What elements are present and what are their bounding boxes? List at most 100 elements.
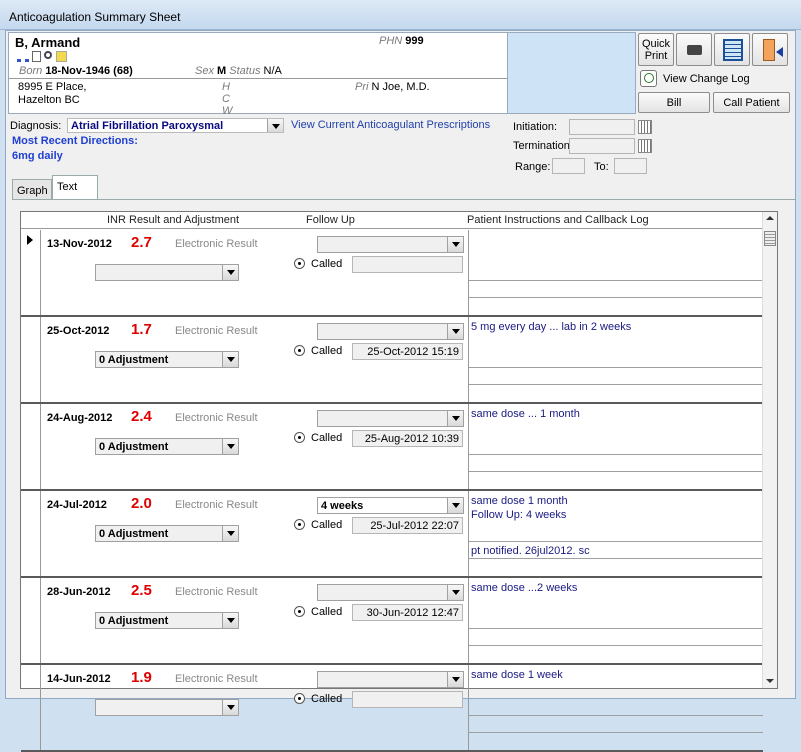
- called-datetime[interactable]: 25-Oct-2012 15:19: [352, 343, 463, 360]
- list-icon: [723, 39, 743, 61]
- row-selector[interactable]: [21, 230, 41, 315]
- called-radio[interactable]: [294, 345, 305, 356]
- patient-name: B, Armand: [15, 35, 81, 50]
- bill-button[interactable]: Bill: [638, 92, 710, 113]
- chevron-down-icon: [222, 526, 238, 541]
- row-selector[interactable]: [21, 404, 41, 489]
- called-datetime[interactable]: [352, 256, 463, 273]
- adjustment-select[interactable]: 0 Adjustment: [95, 612, 239, 629]
- instruction-followup: Follow Up: 4 weeks: [471, 509, 567, 521]
- tab-graph[interactable]: Graph: [12, 179, 52, 199]
- inr-value: 2.4: [131, 408, 152, 425]
- called-radio[interactable]: [294, 693, 305, 704]
- result-date: 24-Jul-2012: [47, 499, 107, 511]
- called-datetime[interactable]: 25-Aug-2012 10:39: [352, 430, 463, 447]
- range-to-label: To:: [594, 161, 609, 173]
- primary-physician: N Joe, M.D.: [371, 81, 430, 93]
- scroll-up-icon[interactable]: [766, 216, 774, 220]
- chevron-down-icon: [222, 613, 238, 628]
- search-icon[interactable]: [44, 51, 52, 59]
- called-label: Called: [311, 693, 343, 705]
- call-patient-button[interactable]: Call Patient: [713, 92, 790, 113]
- print-button[interactable]: [676, 33, 712, 66]
- tab-text[interactable]: Text: [52, 175, 98, 200]
- range-from-field[interactable]: [552, 158, 585, 174]
- exit-button[interactable]: [752, 33, 788, 66]
- row-selector[interactable]: [21, 317, 41, 402]
- called-radio[interactable]: [294, 258, 305, 269]
- follow-up-select[interactable]: 4 weeks: [317, 497, 464, 514]
- chevron-down-icon: [222, 439, 238, 454]
- range-to-field[interactable]: [614, 158, 647, 174]
- born-label: Born: [19, 65, 43, 77]
- note-icon[interactable]: [56, 51, 67, 62]
- phone-home-label: H: [222, 81, 230, 93]
- called-radio[interactable]: [294, 606, 305, 617]
- adjustment-select[interactable]: 0 Adjustment: [95, 438, 239, 455]
- vertical-scrollbar[interactable]: [762, 212, 777, 688]
- called-radio[interactable]: [294, 519, 305, 530]
- adjustment-select[interactable]: [95, 264, 239, 281]
- row-selector[interactable]: [21, 665, 41, 750]
- result-date: 14-Jun-2012: [47, 673, 111, 685]
- chevron-down-icon: [222, 700, 238, 715]
- row-selector[interactable]: [21, 578, 41, 663]
- chevron-down-icon: [222, 352, 238, 367]
- row-selector[interactable]: [21, 491, 41, 576]
- initiation-field[interactable]: [569, 119, 635, 135]
- called-label: Called: [311, 345, 343, 357]
- table-row[interactable]: 24-Jul-2012 2.0 Electronic Result 0 Adjustm…: [21, 491, 763, 578]
- adjustment-select[interactable]: 0 Adjustment: [95, 351, 239, 368]
- col-inr-result: INR Result and Adjustment: [107, 214, 240, 226]
- main-window: B, Armand PHN 999 Born 18-Nov-1946 (68) …: [5, 30, 796, 752]
- table-row[interactable]: 24-Aug-2012 2.4 Electronic Result 0 Adjustm…: [21, 404, 763, 491]
- inr-value: 2.5: [131, 582, 152, 599]
- result-date: 28-Jun-2012: [47, 586, 111, 598]
- header-side-panel: [508, 32, 636, 114]
- more-icon[interactable]: [17, 53, 29, 62]
- directions-label: Most Recent Directions:: [12, 135, 138, 147]
- called-datetime[interactable]: [352, 691, 463, 708]
- adjustment-select[interactable]: [95, 699, 239, 716]
- phn-value: 999: [405, 35, 424, 47]
- chevron-down-icon: [447, 585, 463, 600]
- instruction-text: same dose 1 week: [471, 669, 563, 681]
- view-prescriptions-link[interactable]: View Current Anticoagulant Prescriptions: [291, 119, 490, 131]
- called-datetime[interactable]: 25-Jul-2012 22:07: [352, 517, 463, 534]
- called-radio[interactable]: [294, 432, 305, 443]
- calendar-icon[interactable]: [638, 120, 652, 134]
- result-date: 13-Nov-2012: [47, 238, 112, 250]
- flowsheet-button[interactable]: [714, 33, 750, 66]
- follow-up-select[interactable]: [317, 671, 464, 688]
- termination-field[interactable]: [569, 138, 635, 154]
- table-row[interactable]: 28-Jun-2012 2.5 Electronic Result 0 Adjustm…: [21, 578, 763, 665]
- scroll-down-icon[interactable]: [766, 679, 774, 683]
- called-label: Called: [311, 606, 343, 618]
- chevron-down-icon: [267, 119, 283, 132]
- chevron-down-icon: [447, 411, 463, 426]
- table-row[interactable]: 25-Oct-2012 1.7 Electronic Result 0 Adjustm…: [21, 317, 763, 404]
- patient-toolbar-icons[interactable]: [17, 51, 77, 63]
- follow-up-select[interactable]: [317, 584, 464, 601]
- follow-up-select[interactable]: [317, 236, 464, 253]
- quick-print-button[interactable]: Quick Print: [638, 33, 674, 66]
- table-row[interactable]: 13-Nov-2012 2.7 Electronic Result Called: [21, 230, 763, 317]
- follow-up-select[interactable]: [317, 323, 464, 340]
- follow-up-select[interactable]: [317, 410, 464, 427]
- pri-label: Pri: [355, 81, 369, 93]
- adjustment-value: 0 Adjustment: [99, 354, 169, 366]
- view-change-log-button[interactable]: View Change Log: [638, 69, 790, 89]
- status-value: N/A: [263, 65, 282, 77]
- scroll-thumb[interactable]: [764, 231, 776, 246]
- called-datetime[interactable]: 30-Jun-2012 12:47: [352, 604, 463, 621]
- document-icon[interactable]: [32, 51, 41, 62]
- born-value: 18-Nov-1946 (68): [45, 65, 133, 77]
- arrow-left-icon: [776, 47, 783, 57]
- calendar-icon[interactable]: [638, 139, 652, 153]
- current-row-icon: [27, 235, 33, 245]
- col-instructions: Patient Instructions and Callback Log: [467, 214, 649, 226]
- diagnosis-select[interactable]: Atrial Fibrillation Paroxysmal: [67, 118, 284, 133]
- adjustment-select[interactable]: 0 Adjustment: [95, 525, 239, 542]
- table-row[interactable]: 14-Jun-2012 1.9 Electronic Result Called sam…: [21, 665, 763, 752]
- phn-label: PHN: [379, 35, 403, 47]
